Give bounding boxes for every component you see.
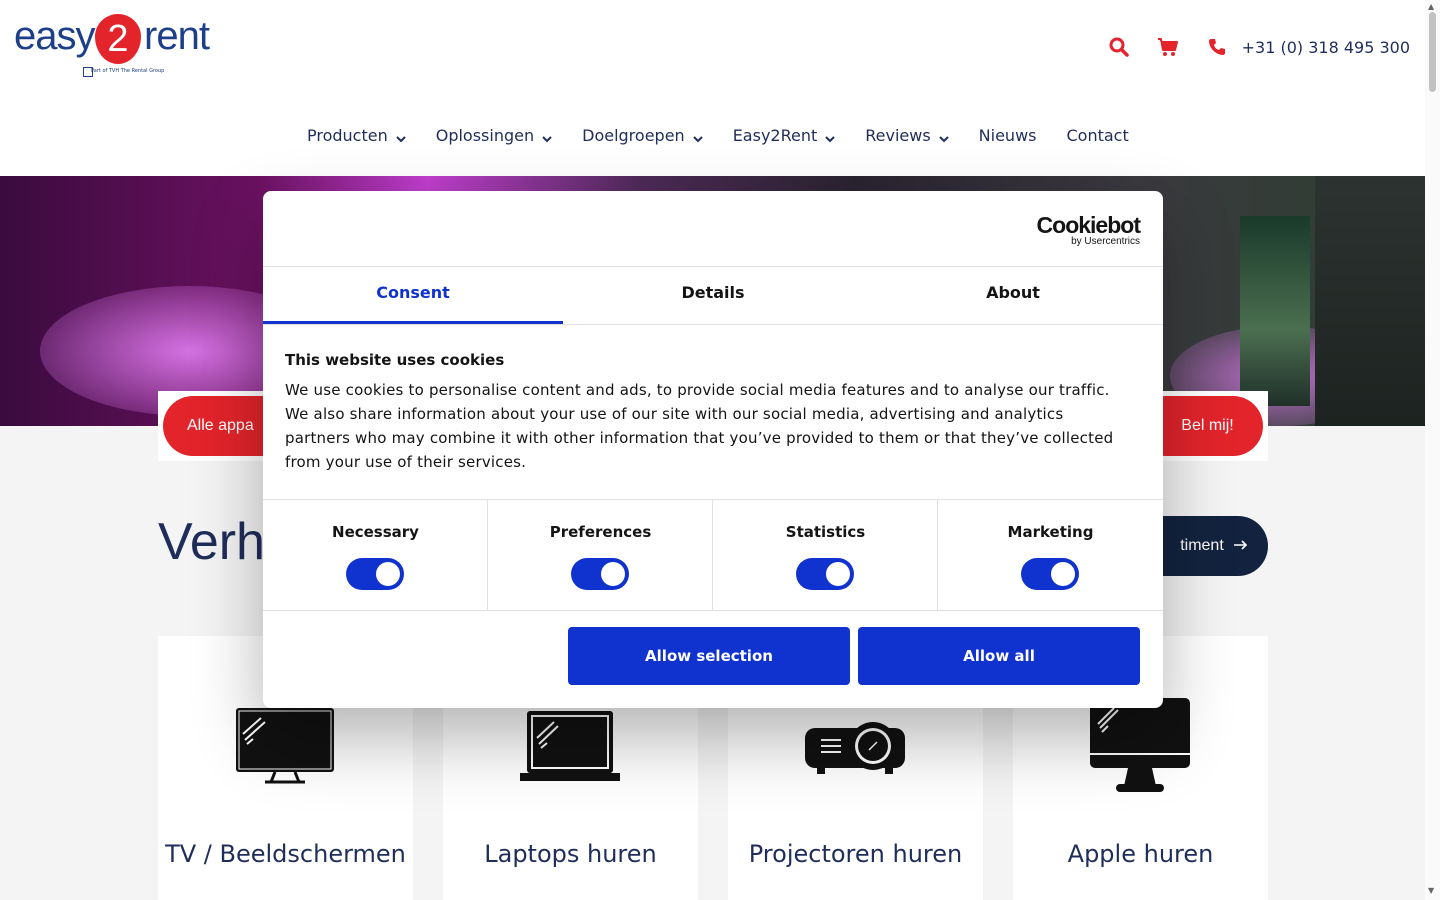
- nav-item-producten[interactable]: Producten: [307, 124, 406, 147]
- cookiebot-logo: Cookiebot by Usercentrics: [1036, 212, 1141, 247]
- easy2rent-logo[interactable]: easy 2 rent Part of TVH The Rental Group: [14, 14, 219, 84]
- scrollbar-thumb[interactable]: [1429, 12, 1436, 92]
- toggle-knob: [601, 562, 625, 586]
- preferences-toggle[interactable]: [571, 558, 629, 590]
- logo-2-badge: 2: [95, 14, 141, 64]
- nav-label: Nieuws: [978, 126, 1037, 145]
- chevron-down-icon: [692, 128, 703, 147]
- nav-item-nieuws[interactable]: Nieuws: [979, 126, 1037, 145]
- cookiebot-logo-text: Cookiebot: [1036, 212, 1141, 238]
- phone-icon[interactable]: [1206, 36, 1228, 58]
- category-label: Marketing: [1007, 523, 1094, 541]
- allow-all-button[interactable]: Allow all: [858, 627, 1140, 685]
- assortment-label: timent: [1180, 537, 1224, 554]
- category-statistics: Statistics: [713, 500, 938, 610]
- toggle-knob: [1051, 562, 1075, 586]
- section-title: Verh: [158, 513, 265, 571]
- nav-label: Reviews: [865, 126, 931, 145]
- category-label: Preferences: [549, 523, 652, 541]
- phone-number-link[interactable]: +31 (0) 318 495 300: [1242, 38, 1410, 57]
- tv-icon: [235, 706, 335, 796]
- nav-item-contact[interactable]: Contact: [1067, 126, 1129, 145]
- nav-label: Producten: [307, 126, 388, 145]
- cookiebot-logo-sub: by Usercentrics: [1071, 236, 1140, 247]
- logo-rent: rent: [144, 14, 210, 58]
- chevron-down-icon: [825, 128, 835, 147]
- nav-label: Oplossingen: [435, 126, 535, 145]
- toggle-knob: [376, 562, 400, 586]
- category-preferences: Preferences: [488, 500, 713, 610]
- hero-banner-display: [1240, 216, 1310, 406]
- page-scrollbar[interactable]: ▲ ▼: [1425, 0, 1440, 900]
- scroll-down-arrow-icon[interactable]: ▼: [1428, 886, 1434, 895]
- tab-details[interactable]: Details: [563, 267, 863, 324]
- main-nav: Producten Oplossingen Doelgroepen Easy2R…: [307, 124, 1159, 147]
- imac-icon: [1090, 698, 1190, 792]
- category-marketing: Marketing: [938, 500, 1163, 610]
- tab-about[interactable]: About: [863, 267, 1163, 324]
- chevron-down-icon: [938, 128, 949, 147]
- consent-categories: Necessary Preferences Statistics Marketi…: [263, 499, 1163, 611]
- cart-icon[interactable]: [1157, 36, 1179, 58]
- card-title: Apple huren: [1067, 840, 1214, 868]
- card-title: TV / Beeldschermen: [165, 840, 406, 868]
- arrow-right-icon: [1233, 537, 1248, 555]
- nav-label: Easy2Rent: [732, 126, 818, 145]
- category-label: Statistics: [785, 523, 866, 541]
- nav-item-easy2rent[interactable]: Easy2Rent: [733, 124, 836, 147]
- category-necessary: Necessary: [263, 500, 488, 610]
- necessary-toggle[interactable]: [346, 558, 404, 590]
- nav-item-oplossingen[interactable]: Oplossingen: [436, 124, 552, 147]
- cookie-tabs: Consent Details About: [263, 267, 1163, 324]
- statistics-toggle[interactable]: [796, 558, 854, 590]
- cookie-body-text: We use cookies to personalise content an…: [285, 381, 1114, 471]
- allow-selection-button[interactable]: Allow selection: [568, 627, 850, 685]
- site-header: easy 2 rent Part of TVH The Rental Group…: [0, 0, 1425, 176]
- header-actions: +31 (0) 318 495 300: [1081, 36, 1410, 58]
- chevron-down-icon: [396, 128, 406, 147]
- cookie-consent-dialog: Cookiebot by Usercentrics Consent Detail…: [263, 191, 1163, 708]
- cookie-heading: This website uses cookies: [285, 351, 505, 369]
- toggle-knob: [826, 562, 850, 586]
- nav-label: Contact: [1066, 126, 1129, 145]
- nav-item-reviews[interactable]: Reviews: [865, 124, 949, 147]
- scroll-up-arrow-icon[interactable]: ▲: [1428, 2, 1434, 11]
- card-title: Projectoren huren: [748, 840, 963, 868]
- category-label: Necessary: [332, 523, 419, 541]
- logo-tagline: Part of TVH The Rental Group: [91, 68, 165, 74]
- chevron-down-icon: [542, 128, 552, 147]
- divider: [263, 324, 1163, 325]
- nav-label: Doelgroepen: [582, 126, 685, 145]
- laptop-icon: [520, 706, 620, 796]
- hero-panel: [1315, 176, 1425, 426]
- projector-icon: [805, 706, 905, 796]
- logo-easy: easy: [14, 14, 95, 58]
- tab-consent[interactable]: Consent: [263, 267, 563, 324]
- nav-item-doelgroepen[interactable]: Doelgroepen: [582, 124, 703, 147]
- card-title: Laptops huren: [484, 840, 657, 868]
- search-icon[interactable]: [1108, 36, 1130, 58]
- marketing-toggle[interactable]: [1021, 558, 1079, 590]
